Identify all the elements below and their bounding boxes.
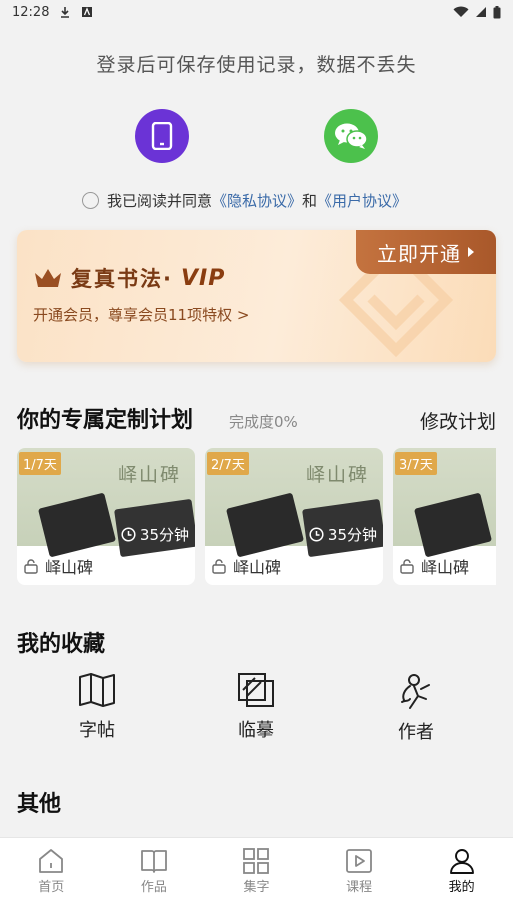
- signal-icon: [476, 7, 486, 17]
- person-calligraphy-icon: [401, 674, 430, 709]
- agree-radio[interactable]: [82, 192, 99, 209]
- crown-icon: [35, 269, 61, 287]
- agree-prefix: 我已阅读并同意: [107, 192, 213, 210]
- tab-label: 作品: [140, 880, 167, 895]
- tab-home[interactable]: 首页: [0, 838, 103, 912]
- plan-card-footer: 峄山碑: [399, 554, 469, 578]
- phone-icon: [151, 122, 173, 150]
- home-icon: [39, 849, 64, 873]
- other-title: 其他: [17, 792, 62, 817]
- user-agreement-link[interactable]: 《用户协议》: [317, 190, 407, 211]
- vip-card[interactable]: 立即开通 复真书法· VIP 开通会员，尊享会员11项特权 >: [17, 230, 496, 362]
- tab-label: 课程: [346, 880, 373, 895]
- favorites-title: 我的收藏: [17, 632, 106, 657]
- a-icon: [82, 7, 93, 17]
- tab-mine[interactable]: 我的: [410, 838, 513, 912]
- plan-card[interactable]: 峄山碑 2/7天 35分钟 峄山碑: [205, 448, 383, 585]
- plan-card-name: 峄山碑: [233, 558, 282, 577]
- plan-card-footer: 峄山碑: [211, 554, 281, 578]
- agreement-row: 我已阅读并同意 《隐私协议》 和 《用户协议》: [82, 190, 407, 211]
- plan-day-badge: 2/7天: [207, 452, 249, 475]
- plan-progress: 完成度0%: [229, 413, 298, 431]
- battery-icon: [493, 5, 501, 18]
- plan-card-image: 峄山碑 1/7天 35分钟: [17, 448, 195, 558]
- tab-collect-chars[interactable]: 集字: [205, 838, 308, 912]
- plan-image-title: 峄山碑: [305, 464, 369, 486]
- login-tip: 登录后可保存使用记录，数据不丢失: [96, 54, 417, 76]
- favorite-copybook[interactable]: 字帖: [47, 672, 147, 742]
- edit-plan-button[interactable]: 修改计划: [420, 407, 496, 434]
- favorite-label: 作者: [398, 722, 434, 743]
- rubbing-book-image: [37, 492, 117, 558]
- plan-card[interactable]: 峄山碑 1/7天 35分钟 峄山碑: [17, 448, 195, 585]
- clock-icon: [121, 527, 136, 542]
- plan-day-badge: 1/7天: [19, 452, 61, 475]
- caret-right-icon: [468, 247, 474, 257]
- tab-label: 首页: [38, 880, 65, 895]
- plan-duration-text: 35分钟: [139, 526, 189, 544]
- plan-duration-text: 35分钟: [327, 526, 377, 544]
- wifi-icon: [453, 6, 469, 17]
- vip-open-label: 立即开通: [377, 241, 461, 266]
- vip-open-button[interactable]: 立即开通: [356, 230, 496, 274]
- wechat-icon: [335, 123, 368, 149]
- plan-card-name: 峄山碑: [45, 558, 94, 577]
- plan-duration: 35分钟: [309, 524, 377, 545]
- plan-duration: 35分钟: [121, 524, 189, 545]
- vip-brand: 复真书法·: [71, 267, 173, 291]
- copy-squares-icon: [238, 673, 274, 707]
- plan-card-name: 峄山碑: [421, 558, 470, 577]
- play-icon: [346, 849, 372, 873]
- favorite-copying[interactable]: 临摹: [206, 672, 306, 742]
- clock-icon: [309, 527, 324, 542]
- map-icon: [79, 673, 115, 707]
- plan-card[interactable]: 3/7天 峄山碑: [393, 448, 496, 585]
- wechat-login-button[interactable]: [324, 109, 378, 163]
- status-time: 12:28: [12, 4, 50, 20]
- tab-courses[interactable]: 课程: [308, 838, 411, 912]
- vip-title: 复真书法· VIP: [33, 263, 225, 293]
- plan-card-footer: 峄山碑: [23, 554, 93, 578]
- rubbing-book-image: [225, 492, 305, 558]
- lock-icon: [400, 559, 414, 574]
- favorite-author[interactable]: 作者: [366, 672, 466, 744]
- book-icon: [140, 850, 167, 873]
- download-icon: [61, 7, 70, 18]
- grid-icon: [243, 848, 270, 874]
- tab-label: 集字: [243, 880, 270, 895]
- plan-day-badge: 3/7天: [395, 452, 437, 475]
- privacy-link[interactable]: 《隐私协议》: [212, 190, 302, 211]
- user-icon: [449, 849, 474, 874]
- status-bar: 12:28: [0, 0, 513, 24]
- vip-subtitle: 开通会员，尊享会员11项特权 >: [33, 306, 250, 324]
- plan-card-image: 3/7天: [393, 448, 496, 558]
- agree-and: 和: [302, 192, 318, 210]
- plan-image-title: 峄山碑: [117, 464, 181, 486]
- favorite-label: 临摹: [238, 720, 274, 741]
- phone-login-button[interactable]: [135, 109, 189, 163]
- lock-icon: [24, 559, 38, 574]
- tab-works[interactable]: 作品: [103, 838, 206, 912]
- plan-title: 你的专属定制计划: [17, 408, 194, 433]
- vip-word: VIP: [180, 265, 226, 291]
- bottom-tab-bar: 首页 作品 集字 课程 我的: [0, 837, 513, 912]
- tab-label: 我的: [448, 880, 475, 895]
- plan-card-image: 峄山碑 2/7天 35分钟: [205, 448, 383, 558]
- rubbing-book-image: [413, 492, 493, 558]
- favorite-label: 字帖: [79, 720, 115, 741]
- lock-icon: [212, 559, 226, 574]
